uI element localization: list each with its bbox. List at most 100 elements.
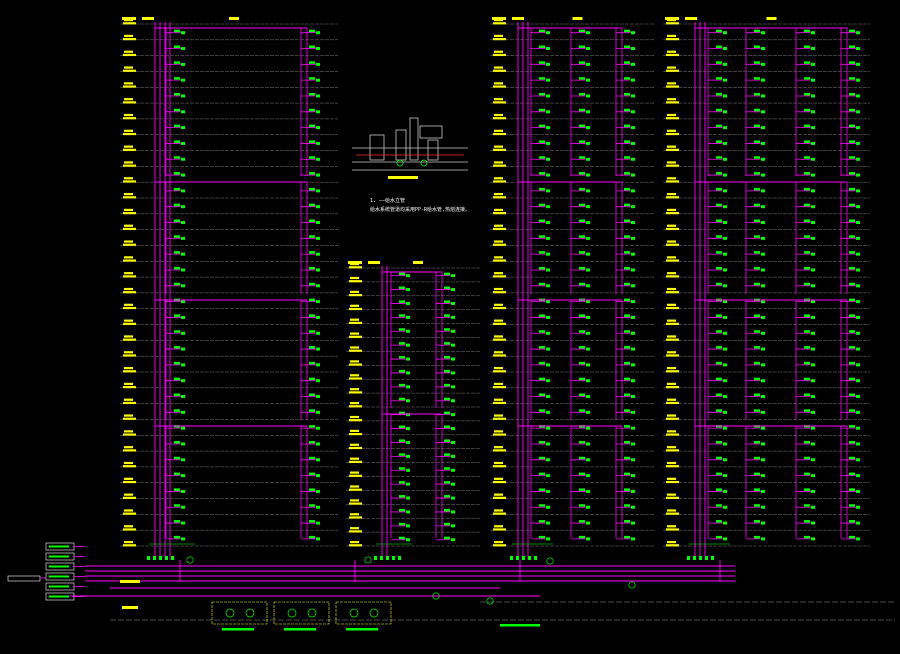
floor-elevation-label bbox=[493, 38, 506, 41]
fixture-symbol bbox=[716, 124, 722, 128]
meter-symbol bbox=[451, 482, 455, 486]
fixture-symbol bbox=[849, 440, 855, 444]
fixture-symbol bbox=[444, 272, 450, 276]
meter-symbol bbox=[631, 489, 635, 493]
meter-symbol bbox=[546, 94, 550, 98]
floor-elevation-label bbox=[349, 405, 362, 408]
base-valve-symbol bbox=[699, 556, 702, 560]
meter-symbol bbox=[316, 521, 320, 525]
meter-symbol bbox=[856, 126, 860, 130]
fixture-symbol bbox=[444, 369, 450, 373]
floor-elevation-label bbox=[666, 449, 679, 452]
fixture-symbol bbox=[849, 266, 855, 270]
fixture-symbol bbox=[716, 377, 722, 381]
fixture-symbol bbox=[309, 393, 315, 397]
meter-symbol bbox=[631, 47, 635, 51]
fixture-symbol bbox=[539, 203, 545, 207]
fixture-symbol bbox=[849, 29, 855, 33]
floor-name-label bbox=[350, 360, 359, 363]
meter-symbol bbox=[546, 31, 550, 35]
tower-header-label bbox=[368, 261, 380, 264]
fixture-symbol bbox=[579, 156, 585, 159]
floor-name-label bbox=[350, 346, 359, 349]
fixture-symbol bbox=[309, 187, 315, 191]
floor-elevation-label bbox=[493, 132, 506, 136]
meter-symbol bbox=[761, 521, 765, 525]
meter-symbol bbox=[811, 236, 815, 240]
fixture-symbol bbox=[444, 397, 450, 401]
fixture-symbol bbox=[174, 92, 180, 96]
fixture-symbol bbox=[754, 203, 760, 207]
meter-symbol bbox=[856, 395, 860, 399]
floor-elevation-label bbox=[666, 306, 679, 310]
floor-name-label bbox=[494, 224, 503, 227]
meter-symbol bbox=[451, 274, 455, 278]
meter-symbol bbox=[181, 489, 185, 493]
fixture-symbol bbox=[444, 425, 450, 429]
fixture-symbol bbox=[174, 45, 180, 49]
meter-symbol bbox=[856, 521, 860, 525]
fixture-symbol bbox=[444, 536, 450, 540]
meter-symbol bbox=[451, 357, 455, 361]
floor-name-label bbox=[124, 319, 133, 322]
fixture-symbol bbox=[309, 535, 315, 539]
fixture-symbol bbox=[804, 535, 810, 539]
fixture-symbol bbox=[804, 187, 810, 191]
fixture-symbol bbox=[174, 282, 180, 286]
meter-symbol bbox=[546, 126, 550, 130]
floor-elevation-label bbox=[349, 377, 362, 380]
floor-elevation-label bbox=[349, 391, 362, 394]
floor-elevation-label bbox=[123, 480, 136, 484]
meter-symbol bbox=[181, 189, 185, 193]
floor-elevation-label bbox=[493, 275, 506, 278]
fixture-symbol bbox=[579, 377, 585, 381]
fixture-symbol bbox=[804, 472, 810, 476]
fixture-symbol bbox=[539, 535, 545, 539]
fixture-symbol bbox=[539, 361, 545, 365]
meter-symbol bbox=[811, 157, 815, 161]
meter-symbol bbox=[631, 221, 635, 225]
meter-symbol bbox=[316, 315, 320, 319]
meter-symbol bbox=[181, 521, 185, 525]
meter-symbol bbox=[181, 47, 185, 51]
floor-name-label bbox=[124, 351, 133, 354]
floor-name-label bbox=[124, 161, 133, 164]
floor-elevation-label bbox=[349, 294, 362, 297]
fixture-symbol bbox=[849, 488, 855, 491]
fixture-symbol bbox=[754, 504, 760, 507]
base-valve-symbol bbox=[386, 556, 389, 560]
floor-elevation-label bbox=[123, 449, 136, 452]
fixture-symbol bbox=[579, 219, 585, 223]
fixture-symbol bbox=[444, 508, 450, 512]
meter-symbol bbox=[811, 474, 815, 478]
meter-symbol bbox=[316, 221, 320, 225]
fixture-symbol bbox=[716, 535, 722, 539]
fixture-symbol bbox=[174, 61, 180, 64]
fixture-symbol bbox=[579, 45, 585, 49]
meter-symbol bbox=[451, 301, 455, 305]
floor-elevation-label bbox=[493, 544, 506, 547]
fixture-symbol bbox=[539, 187, 545, 191]
floor-name-label bbox=[494, 287, 503, 291]
fixture-symbol bbox=[716, 282, 722, 286]
meter-symbol bbox=[761, 395, 765, 399]
floor-elevation-label bbox=[123, 433, 136, 436]
floor-name-label bbox=[667, 177, 676, 180]
fixture-symbol bbox=[804, 124, 810, 128]
meter-symbol bbox=[586, 474, 590, 478]
floor-name-label bbox=[494, 34, 503, 38]
fixture-symbol bbox=[849, 504, 855, 507]
meter-symbol bbox=[451, 468, 455, 472]
meter-symbol bbox=[546, 78, 550, 82]
meter-symbol bbox=[761, 284, 765, 288]
fixture-symbol bbox=[849, 298, 855, 302]
floor-elevation-label bbox=[349, 321, 362, 324]
fixture-symbol bbox=[716, 346, 722, 349]
meter-symbol bbox=[181, 62, 185, 66]
meter-symbol bbox=[761, 126, 765, 130]
fixture-symbol bbox=[309, 77, 315, 80]
floor-elevation-label bbox=[493, 401, 506, 405]
floor-name-label bbox=[667, 161, 676, 164]
floor-elevation-label bbox=[349, 502, 362, 505]
meter-symbol bbox=[631, 173, 635, 177]
